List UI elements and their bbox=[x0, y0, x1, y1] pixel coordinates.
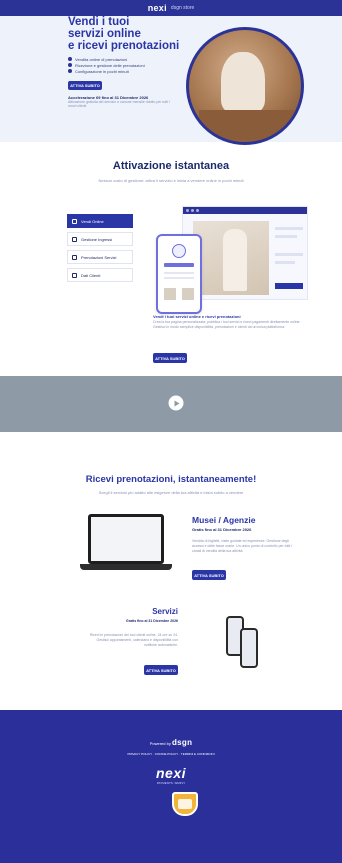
calendar-icon bbox=[72, 254, 77, 260]
servizi-subtitle: Gratis fino al 31 Dicembre 2026 bbox=[126, 619, 178, 623]
footer-tagline: PAYMENTS, SIMPLY bbox=[156, 781, 186, 785]
bookings-subtitle: Scegli il servizio più adatto alle esige… bbox=[98, 490, 244, 495]
feature-menu: Vendi Online Gestione Ingressi Prenotazi… bbox=[67, 214, 133, 286]
menu-item-prenotazioni[interactable]: Prenotazioni Servizi bbox=[67, 250, 133, 264]
top-bar: nexi dsgn store bbox=[0, 0, 342, 16]
hero-photo bbox=[186, 27, 304, 145]
musei-title: Musei / Agenzie bbox=[192, 515, 256, 525]
activation-title: Attivazione istantanea bbox=[112, 160, 230, 172]
powered-by: Powered by dsgn bbox=[149, 738, 193, 747]
hero-title: Vendi i tuoi servizi online e ricevi pre… bbox=[68, 16, 180, 52]
hero-promo-text: Attivazione gratuita del servizio e cano… bbox=[68, 100, 170, 108]
activation-caption-title: Vendi i tuoi servizi online e ricevi pre… bbox=[153, 314, 241, 319]
menu-item-vendi-online[interactable]: Vendi Online bbox=[67, 214, 133, 228]
musei-cta-button[interactable]: ATTIVA SUBITO bbox=[192, 570, 226, 580]
play-icon[interactable] bbox=[168, 395, 184, 411]
bullet-check-icon bbox=[68, 57, 72, 61]
avatar-icon bbox=[172, 244, 186, 258]
menu-item-gestione-ingressi[interactable]: Gestione Ingressi bbox=[67, 232, 133, 246]
bullet-check-icon bbox=[68, 69, 72, 73]
servizi-title: Servizi bbox=[152, 607, 178, 616]
bookings-title: Ricevi prenotazioni, istantaneamente! bbox=[85, 474, 257, 485]
phone-mockup bbox=[156, 234, 202, 314]
phones-image bbox=[226, 614, 262, 670]
menu-item-dati-clienti[interactable]: Dati Clienti bbox=[67, 268, 133, 282]
cart-icon bbox=[72, 218, 77, 224]
laptop-image bbox=[80, 514, 172, 576]
chart-icon bbox=[72, 272, 77, 278]
dsgn-logo[interactable]: dsgn bbox=[172, 738, 192, 747]
footer-links[interactable]: PRIVACY POLICY · COOKIE POLICY · TERMINI… bbox=[0, 752, 342, 756]
footer bbox=[0, 710, 342, 863]
bullet-check-icon bbox=[68, 63, 72, 67]
activation-cta-button[interactable]: ATTIVA SUBITO bbox=[153, 353, 187, 363]
hero-cta-button[interactable]: ATTIVA SUBITO bbox=[68, 81, 102, 90]
nexi-logo[interactable]: nexi bbox=[148, 3, 167, 13]
hero-bullet-list: Vendita online di prenotazioni Ricezione… bbox=[68, 56, 188, 74]
footer-nexi-logo: nexi bbox=[155, 765, 186, 781]
activation-caption-text: Crea la tua pagina personalizzata, pubbl… bbox=[153, 320, 301, 329]
musei-subtitle: Gratis fino al 31 Dicembre 2026 bbox=[192, 527, 252, 532]
hero-bullet: Configurazione in pochi minuti bbox=[68, 68, 188, 74]
servizi-cta-button[interactable]: ATTIVA SUBITO bbox=[144, 665, 178, 675]
musei-description: Vendita di biglietti, visite guidate ed … bbox=[192, 539, 292, 553]
servizi-description: Ricevi le prenotazioni dei tuoi clienti … bbox=[89, 633, 178, 647]
security-badge-icon bbox=[172, 792, 198, 816]
partner-label: dsgn store bbox=[170, 5, 195, 11]
ticket-icon bbox=[72, 236, 77, 242]
activation-subtitle: Nessun costo di gestione: attiva il serv… bbox=[98, 178, 244, 183]
